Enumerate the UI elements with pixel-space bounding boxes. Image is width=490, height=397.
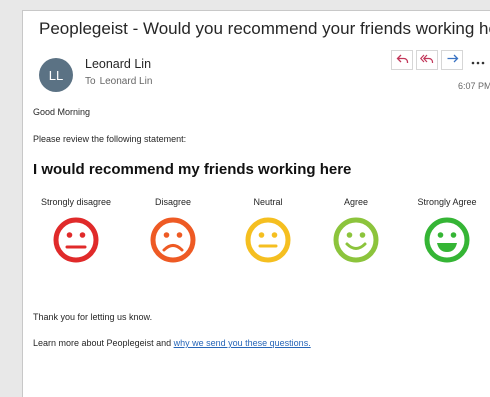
message-actions [391, 50, 490, 70]
rating-agree[interactable]: Agree [321, 197, 391, 263]
survey-statement: I would recommend my friends working her… [33, 161, 352, 178]
rating-label: Strongly Agree [417, 197, 477, 207]
thanks-text: Thank you for letting us know. [33, 312, 153, 322]
learn-more-text: Learn more about Peoplegeist and why we … [33, 338, 311, 348]
rating-label: Agree [343, 197, 369, 207]
rating-label: Neutral [253, 197, 283, 207]
sent-time: 6:07 PM [458, 81, 490, 91]
more-icon [471, 53, 485, 68]
more-actions-button[interactable] [466, 50, 490, 70]
grin-face-icon[interactable] [424, 217, 470, 263]
rating-label: Disagree [154, 197, 192, 207]
recipient-name[interactable]: Leonard Lin [100, 76, 153, 87]
reply-button[interactable] [391, 50, 413, 70]
smile-face-icon[interactable] [333, 217, 379, 263]
reply-all-button[interactable] [416, 50, 438, 70]
rating-strongly-agree[interactable]: Strongly Agree [406, 197, 488, 263]
sad-face-icon[interactable] [150, 217, 196, 263]
why-questions-link[interactable]: why we send you these questions. [174, 338, 311, 348]
recipient-row: To Leonard Lin [85, 76, 152, 87]
rating-disagree[interactable]: Disagree [138, 197, 208, 263]
rating-strongly-disagree[interactable]: Strongly disagree [33, 197, 119, 263]
reply-all-icon [419, 53, 434, 68]
prompt-text: Please review the following statement: [33, 134, 187, 144]
learn-more-prefix: Learn more about Peoplegeist and [33, 338, 174, 348]
forward-icon [446, 53, 459, 68]
neutral-face-icon[interactable] [245, 217, 291, 263]
email-reading-pane: Peoplegeist - Would you recommend your f… [22, 10, 490, 397]
rating-label: Strongly disagree [40, 197, 112, 207]
rating-neutral[interactable]: Neutral [233, 197, 303, 263]
forward-button[interactable] [441, 50, 463, 70]
frown-face-icon[interactable] [53, 217, 99, 263]
sender-name[interactable]: Leonard Lin [85, 57, 151, 71]
reply-icon [396, 53, 409, 68]
to-label: To [85, 76, 96, 87]
avatar[interactable]: LL [39, 58, 73, 92]
greeting-text: Good Morning [33, 107, 91, 117]
email-subject: Peoplegeist - Would you recommend your f… [39, 19, 490, 38]
